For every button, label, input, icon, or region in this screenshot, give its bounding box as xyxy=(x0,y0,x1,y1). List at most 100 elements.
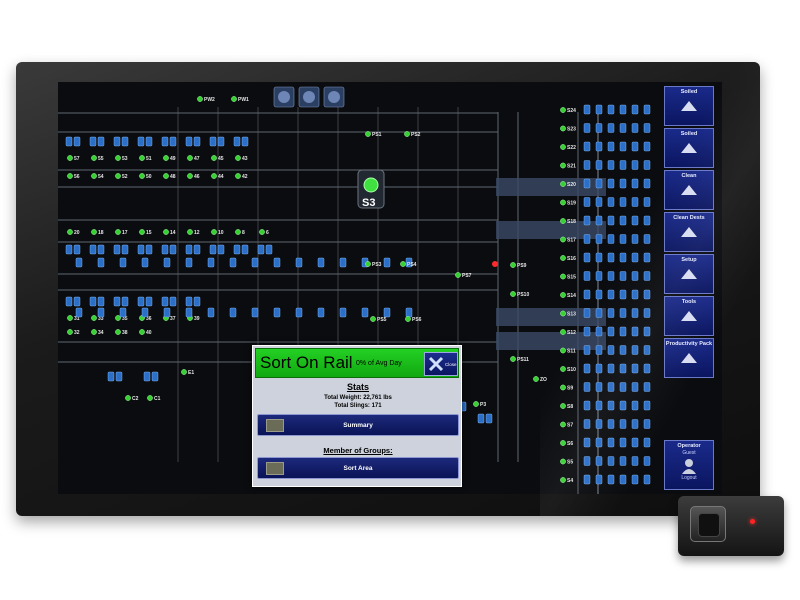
close-button[interactable]: Close xyxy=(424,352,458,376)
bin xyxy=(119,257,127,268)
station-node[interactable] xyxy=(115,329,121,335)
panel-button-soiled[interactable]: Soiled xyxy=(664,86,714,126)
station-node[interactable] xyxy=(91,315,97,321)
station-node[interactable] xyxy=(235,173,241,179)
station-node[interactable] xyxy=(560,162,566,169)
station-node[interactable] xyxy=(91,229,97,235)
station-node[interactable] xyxy=(187,173,193,179)
station-node[interactable] xyxy=(211,173,217,179)
station-node[interactable] xyxy=(560,125,566,132)
station-node[interactable] xyxy=(139,155,145,161)
bin xyxy=(643,178,651,189)
station-node[interactable] xyxy=(67,229,73,235)
station-node[interactable] xyxy=(259,229,265,235)
station-node[interactable] xyxy=(115,229,121,235)
station-node[interactable] xyxy=(147,395,153,401)
station-node[interactable] xyxy=(560,329,566,335)
station-node[interactable] xyxy=(560,421,566,428)
panel-button-productivity-pack[interactable]: Productivity Pack xyxy=(664,338,714,378)
sort-area-button[interactable]: Sort Area xyxy=(257,457,459,479)
bin xyxy=(583,345,591,355)
station-node[interactable] xyxy=(560,181,566,187)
bin xyxy=(97,307,105,318)
station-label: 18 xyxy=(98,230,104,236)
station-node[interactable] xyxy=(533,376,539,382)
station-node[interactable] xyxy=(560,403,566,409)
station-node[interactable] xyxy=(560,218,566,224)
station-node[interactable] xyxy=(560,310,566,317)
station-node[interactable] xyxy=(560,366,566,372)
station-node[interactable] xyxy=(187,229,193,235)
station-node[interactable] xyxy=(455,272,461,278)
station-node[interactable] xyxy=(560,255,566,261)
station-node[interactable] xyxy=(235,229,241,235)
bin xyxy=(643,271,651,281)
bin xyxy=(97,257,105,268)
station-node[interactable] xyxy=(211,229,217,235)
station-node[interactable] xyxy=(115,173,121,179)
station-node[interactable] xyxy=(163,173,169,179)
station-node[interactable] xyxy=(400,261,406,267)
station-node[interactable] xyxy=(560,384,566,391)
bin xyxy=(233,244,241,255)
station-node[interactable] xyxy=(125,395,131,401)
station-node[interactable] xyxy=(560,347,566,354)
station-label: S13 xyxy=(567,312,576,318)
bin xyxy=(643,382,651,392)
station-node[interactable] xyxy=(473,401,479,407)
station-node[interactable] xyxy=(365,261,371,267)
station-label: S24 xyxy=(567,108,576,114)
station-node[interactable] xyxy=(510,291,516,297)
station-node[interactable] xyxy=(560,292,566,298)
panel-button-setup[interactable]: Setup xyxy=(664,254,714,294)
station-node[interactable] xyxy=(560,199,566,206)
bin xyxy=(643,363,651,374)
bin xyxy=(607,419,615,429)
station-node[interactable] xyxy=(560,273,566,280)
bin xyxy=(145,244,153,255)
station-node[interactable] xyxy=(510,262,516,268)
station-node[interactable] xyxy=(181,369,187,375)
station-node[interactable] xyxy=(67,173,73,179)
station-node[interactable] xyxy=(510,356,516,362)
bin xyxy=(643,141,651,152)
station-node[interactable] xyxy=(67,315,73,321)
station-node[interactable] xyxy=(231,96,237,102)
bin xyxy=(643,289,651,300)
panel-button-clean[interactable]: Clean xyxy=(664,170,714,210)
station-node[interactable] xyxy=(67,155,73,161)
station-node[interactable] xyxy=(163,155,169,161)
station-node[interactable] xyxy=(560,458,566,465)
panel-button-clean-dests[interactable]: Clean Dests xyxy=(664,212,714,252)
station-node[interactable] xyxy=(560,107,566,113)
summary-button[interactable]: Summary xyxy=(257,414,459,436)
station-node[interactable] xyxy=(197,96,203,102)
station-node[interactable] xyxy=(115,155,121,161)
station-node[interactable] xyxy=(405,316,411,322)
station-node[interactable] xyxy=(139,173,145,179)
station-node[interactable] xyxy=(91,155,97,161)
station-label: C1 xyxy=(154,396,161,402)
station-node[interactable] xyxy=(235,155,241,161)
station-node[interactable] xyxy=(139,329,145,335)
station-node[interactable] xyxy=(404,131,410,137)
station-node[interactable] xyxy=(139,229,145,235)
station-node[interactable] xyxy=(91,329,97,335)
station-node[interactable] xyxy=(187,155,193,161)
bin xyxy=(137,244,145,255)
station-node[interactable] xyxy=(365,131,371,137)
station-node[interactable] xyxy=(67,329,73,335)
station-node[interactable] xyxy=(163,229,169,235)
station-node[interactable] xyxy=(560,477,566,483)
station-node[interactable] xyxy=(560,440,566,446)
rail-system-screen: PW2 PW1 57 55 53 51 49 47 45 43 56 54 52 50 48 46 44 42 20… xyxy=(58,82,722,494)
panel-button-soiled[interactable]: Soiled xyxy=(664,128,714,168)
station-node[interactable] xyxy=(211,155,217,161)
station-node[interactable] xyxy=(370,316,376,322)
panel-button-tools[interactable]: Tools xyxy=(664,296,714,336)
station-label: 38 xyxy=(122,330,128,336)
station-node[interactable] xyxy=(91,173,97,179)
operator-logout-button[interactable]: Operator Guest Logout xyxy=(664,440,714,490)
station-node[interactable] xyxy=(560,144,566,150)
station-node[interactable] xyxy=(560,236,566,243)
